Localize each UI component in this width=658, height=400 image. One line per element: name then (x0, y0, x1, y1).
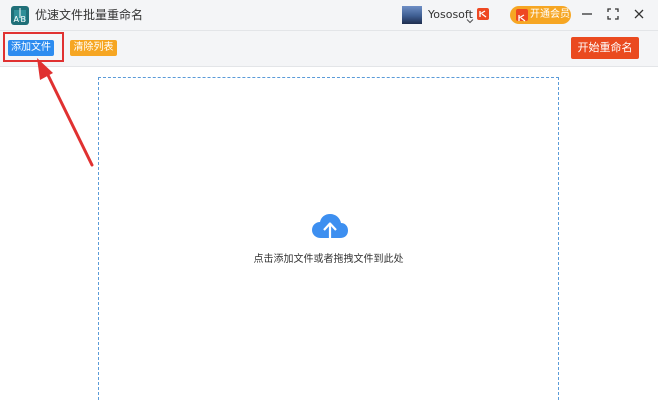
chevron-down-icon[interactable] (466, 10, 474, 24)
drop-hint-text: 点击添加文件或者拖拽文件到此处 (253, 254, 404, 265)
minimize-icon[interactable] (579, 6, 595, 22)
open-membership-button[interactable]: 开通会员 (510, 6, 571, 24)
user-avatar[interactable] (402, 6, 422, 24)
vip-icon (516, 9, 528, 22)
toolbar: 添加文件 清除列表 开始重命名 (0, 31, 658, 67)
app-logo-icon: A B (11, 6, 29, 25)
close-icon[interactable] (631, 6, 647, 22)
maximize-icon[interactable] (605, 6, 621, 22)
membership-label: 开通会员 (530, 9, 570, 20)
svg-text:B: B (21, 15, 27, 24)
start-rename-button[interactable]: 开始重命名 (571, 37, 639, 59)
annotation-highlight-box (3, 32, 64, 62)
cloud-upload-icon[interactable] (311, 212, 349, 248)
vip-badge-icon (477, 8, 489, 20)
clear-list-button[interactable]: 清除列表 (70, 40, 117, 56)
app-title: 优速文件批量重命名 (35, 8, 144, 22)
svg-text:A: A (14, 15, 20, 24)
title-bar: A B 优速文件批量重命名 Yososoft 开通会员 (0, 0, 658, 31)
